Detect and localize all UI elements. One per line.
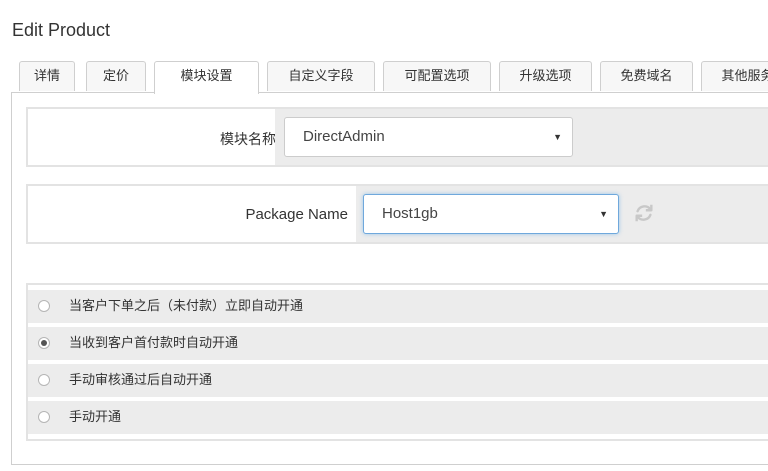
chevron-down-icon: ▼ [599,209,608,219]
radio-option[interactable]: 当收到客户首付款时自动开通 [28,327,768,360]
tab-module-settings[interactable]: 模块设置 [154,61,259,94]
package-name-value: Host1gb [382,205,438,222]
tab-bar: 详情 定价 模块设置 自定义字段 可配置选项 升级选项 免费域名 其他服务 [19,61,768,94]
radio-option-label: 当收到客户首付款时自动开通 [69,336,239,351]
radio-option[interactable]: 当客户下单之后（未付款）立即自动开通 [28,290,768,323]
radio-button[interactable] [38,411,50,423]
radio-button-checked[interactable] [38,337,50,349]
module-name-cell: DirectAdmin ▼ [275,109,768,165]
tab-configurable-options[interactable]: 可配置选项 [383,61,491,91]
package-name-label: Package Name [245,206,348,223]
radio-option[interactable]: 手动审核通过后自动开通 [28,364,768,397]
module-name-label: 模块名称 [220,132,276,148]
module-name-value: DirectAdmin [303,128,385,145]
package-name-cell: Host1gb ▼ [356,186,768,242]
radio-option-label: 手动开通 [69,410,122,425]
auto-setup-options: 当客户下单之后（未付款）立即自动开通 当收到客户首付款时自动开通 手动审核通过后… [26,283,768,441]
package-name-select[interactable]: Host1gb ▼ [363,194,619,234]
radio-option[interactable]: 手动开通 [28,401,768,434]
radio-option-label: 手动审核通过后自动开通 [69,373,213,388]
module-name-select[interactable]: DirectAdmin ▼ [284,117,573,157]
tab-other-services[interactable]: 其他服务 [701,61,768,91]
tab-details[interactable]: 详情 [19,61,75,91]
tab-custom-fields[interactable]: 自定义字段 [267,61,375,91]
tab-free-domain[interactable]: 免费域名 [600,61,693,91]
radio-option-label: 当客户下单之后（未付款）立即自动开通 [69,299,304,314]
tab-upgrades[interactable]: 升级选项 [499,61,592,91]
page-title: Edit Product [12,20,111,40]
module-name-row: 模块名称 DirectAdmin ▼ [26,107,768,167]
tab-pricing[interactable]: 定价 [86,61,146,91]
chevron-down-icon: ▼ [553,132,562,142]
radio-button[interactable] [38,300,50,312]
refresh-icon[interactable] [633,202,655,224]
radio-button[interactable] [38,374,50,386]
package-name-row: Package Name Host1gb ▼ [26,184,768,244]
